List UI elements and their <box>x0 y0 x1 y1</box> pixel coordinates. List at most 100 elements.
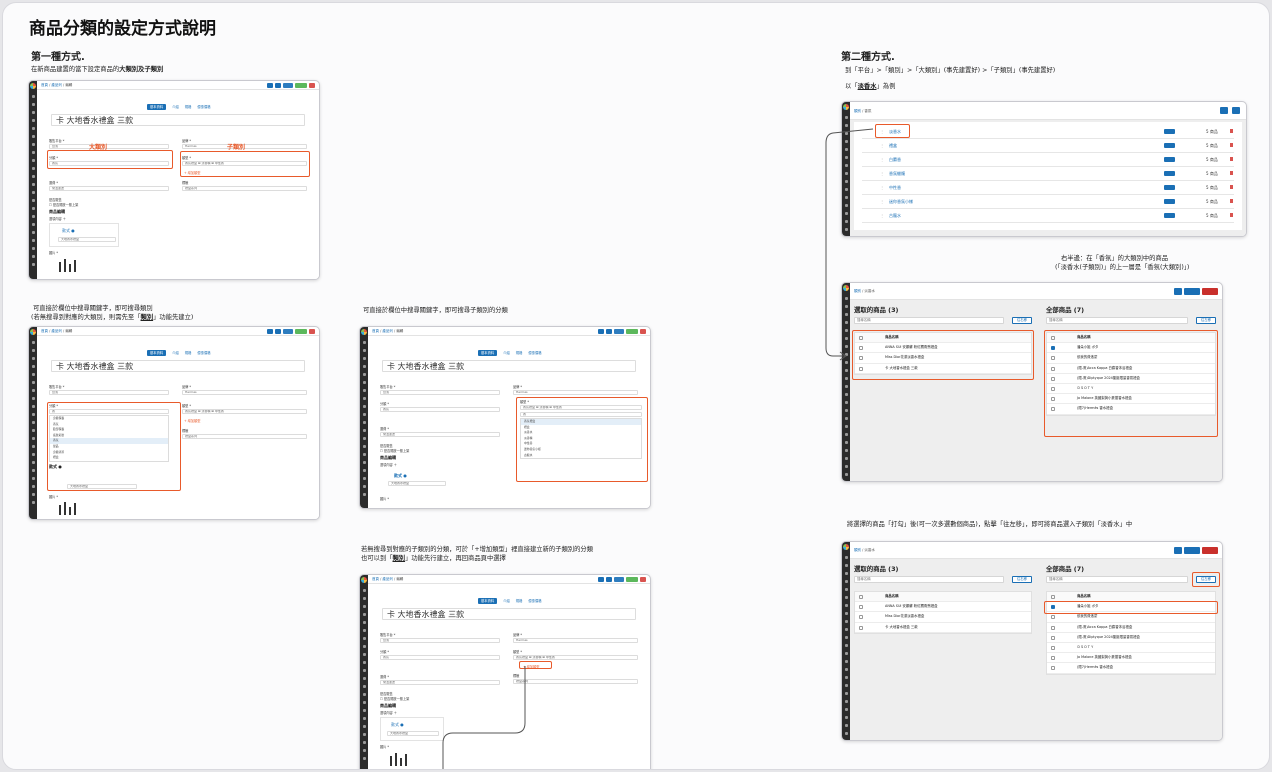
row-checkbox[interactable] <box>1051 625 1055 630</box>
right-search-input[interactable]: 搜尋名稱 <box>1046 576 1188 583</box>
sale-checkbox[interactable]: ☐ 是否開放一般上架 <box>380 696 409 701</box>
tag-field[interactable]: 禮盒系列 <box>513 679 638 684</box>
platform-field[interactable]: 台灣 <box>49 390 169 395</box>
tab-spec[interactable]: 規格 <box>185 105 192 109</box>
delete-button[interactable] <box>1202 288 1218 295</box>
select-all-checkbox[interactable] <box>1051 595 1055 599</box>
drag-icon[interactable]: ⋮ <box>880 199 884 204</box>
list-item[interactable]: ⋮ 禮盒 5 商品 <box>862 139 1234 153</box>
platform-field[interactable]: 台灣 <box>380 638 500 643</box>
tab-spec[interactable]: 規格 <box>185 351 192 355</box>
save-button[interactable] <box>626 329 638 334</box>
drag-icon[interactable]: ⋮ <box>880 213 884 218</box>
drag-icon[interactable]: ⋮ <box>880 157 884 162</box>
drag-icon[interactable]: ⋮ <box>880 185 884 190</box>
row-checkbox[interactable] <box>1051 656 1055 661</box>
table-row[interactable]: (限-清)Diptyque 2024聖誕限量香氛禮盒 <box>1047 633 1215 643</box>
list-item[interactable]: ⋮ 香氛蠟燭 5 商品 <box>862 167 1234 181</box>
row-checkbox[interactable] <box>859 615 863 620</box>
category-field[interactable]: 香氛 <box>380 655 500 660</box>
tag-field[interactable]: 禮盒系列 <box>182 434 307 439</box>
toolbar-button[interactable] <box>283 83 293 88</box>
move-left-button[interactable]: 往左移 <box>1196 317 1216 324</box>
trash-icon[interactable] <box>1230 143 1233 147</box>
delete-button[interactable] <box>640 329 646 334</box>
save-button[interactable] <box>1184 288 1200 295</box>
tab-spec[interactable]: 規格 <box>516 351 523 355</box>
save-button[interactable] <box>1184 547 1200 554</box>
move-right-button[interactable]: 往右移 <box>1012 576 1032 583</box>
toolbar-button[interactable] <box>267 83 273 88</box>
table-row[interactable]: ANNA SUI 安娜蘇 粉紅獨角獸禮盒 <box>855 602 1031 613</box>
delete-button[interactable] <box>309 83 315 88</box>
sale-checkbox[interactable]: ☐ 是否開放一般上架 <box>380 448 409 453</box>
row-checkbox[interactable] <box>859 625 863 630</box>
tab-intro[interactable]: 介紹 <box>172 105 179 109</box>
product-name-input[interactable]: 卡 大地香水禮盒 三款 <box>382 608 636 620</box>
tab-price[interactable]: 優惠價格 <box>197 351 210 355</box>
list-item[interactable]: ⋮ 白麝香 5 商品 <box>862 153 1234 167</box>
table-row[interactable]: Miss Dior花漾淡香水禮盒 <box>855 612 1031 623</box>
row-checkbox[interactable] <box>1051 666 1055 671</box>
brand-field[interactable]: Hermès <box>513 638 638 643</box>
platform-field[interactable]: 台灣 <box>380 390 500 395</box>
list-item[interactable]: ⋮ 古龍水 5 商品 <box>862 209 1234 223</box>
row-checkbox[interactable] <box>859 605 863 610</box>
tab-price[interactable]: 優惠價格 <box>197 105 210 109</box>
drag-icon[interactable]: ⋮ <box>880 143 884 148</box>
subcategory-field[interactable]: 香氛禮盒 ⊠ 淡香精 ⊠ 中性香 <box>182 409 307 414</box>
tab-basic[interactable]: 基本資料 <box>147 104 167 110</box>
list-item[interactable]: ⋮ 中性香 5 商品 <box>862 181 1234 195</box>
table-row[interactable]: Jo Malone 英國梨與小蒼蘭香水禮盒 <box>1047 653 1215 664</box>
toolbar-button[interactable] <box>598 577 604 582</box>
toolbar-button[interactable] <box>267 329 273 334</box>
tab-basic[interactable]: 基本資料 <box>147 350 167 356</box>
toolbar-button[interactable] <box>275 83 281 88</box>
tab-intro[interactable]: 介紹 <box>503 599 510 603</box>
delete-button[interactable] <box>640 577 646 582</box>
toolbar-button[interactable] <box>606 577 612 582</box>
toolbar-button[interactable] <box>606 329 612 334</box>
category-field[interactable]: 香氛 <box>380 407 500 412</box>
sale-checkbox[interactable]: ☐ 是否開放一般上架 <box>49 202 78 207</box>
add-type-link[interactable]: + 增加類型 <box>184 418 200 423</box>
ship-field[interactable]: 常溫運送 <box>380 432 500 437</box>
list-item[interactable]: ⋮ 淡香水 5 商品 <box>862 125 1234 139</box>
tab-spec[interactable]: 規格 <box>516 599 523 603</box>
tab-price[interactable]: 優惠價格 <box>528 599 541 603</box>
toolbar-button[interactable] <box>283 329 293 334</box>
product-name-input[interactable]: 卡 大地香水禮盒 三款 <box>51 114 305 126</box>
subcategory-field[interactable]: 香氛禮盒 ⊠ 淡香精 ⊠ 中性香 <box>513 655 638 660</box>
toolbar-button[interactable] <box>598 329 604 334</box>
brand-field[interactable]: Hermès <box>513 390 638 395</box>
option-select[interactable]: 大地香水禮盒 <box>58 237 116 242</box>
gear-icon[interactable] <box>1174 547 1182 554</box>
table-row[interactable]: (限7)Hermès 香水禮盒 <box>1047 663 1215 674</box>
gear-icon[interactable] <box>1220 107 1228 114</box>
trash-icon[interactable] <box>1230 129 1233 133</box>
tag-field[interactable]: 禮盒系列 <box>182 186 307 191</box>
option-select[interactable]: 大地香水禮盒 <box>387 731 439 736</box>
delete-button[interactable] <box>1202 547 1218 554</box>
gear-icon[interactable] <box>1174 288 1182 295</box>
tab-basic[interactable]: 基本資料 <box>478 350 498 356</box>
tab-price[interactable]: 優惠價格 <box>528 351 541 355</box>
ship-field[interactable]: 常溫運送 <box>380 680 500 685</box>
option-select[interactable]: 大地香水禮盒 <box>388 481 446 486</box>
save-button[interactable] <box>295 83 307 88</box>
left-search-input[interactable]: 搜尋名稱 <box>854 576 1004 583</box>
table-row[interactable]: (限-清)Acca Kappa 白麝香沐浴禮盒 <box>1047 623 1215 633</box>
row-checkbox[interactable] <box>1051 635 1055 640</box>
tab-basic[interactable]: 基本資料 <box>478 598 498 604</box>
product-name-input[interactable]: 卡 大地香水禮盒 三款 <box>51 360 305 372</box>
table-row[interactable]: ＤＳＯＴＹ <box>1047 643 1215 654</box>
tab-intro[interactable]: 介紹 <box>503 351 510 355</box>
toolbar-button[interactable] <box>614 329 624 334</box>
trash-icon[interactable] <box>1230 213 1233 217</box>
add-icon[interactable] <box>1232 107 1240 114</box>
left-search-input[interactable]: 搜尋名稱 <box>854 317 1004 324</box>
trash-icon[interactable] <box>1230 157 1233 161</box>
right-search-input[interactable]: 搜尋名稱 <box>1046 317 1188 324</box>
list-item[interactable]: ⋮ 迷你香氛小樣 5 商品 <box>862 195 1234 209</box>
select-all-checkbox[interactable] <box>859 595 863 599</box>
